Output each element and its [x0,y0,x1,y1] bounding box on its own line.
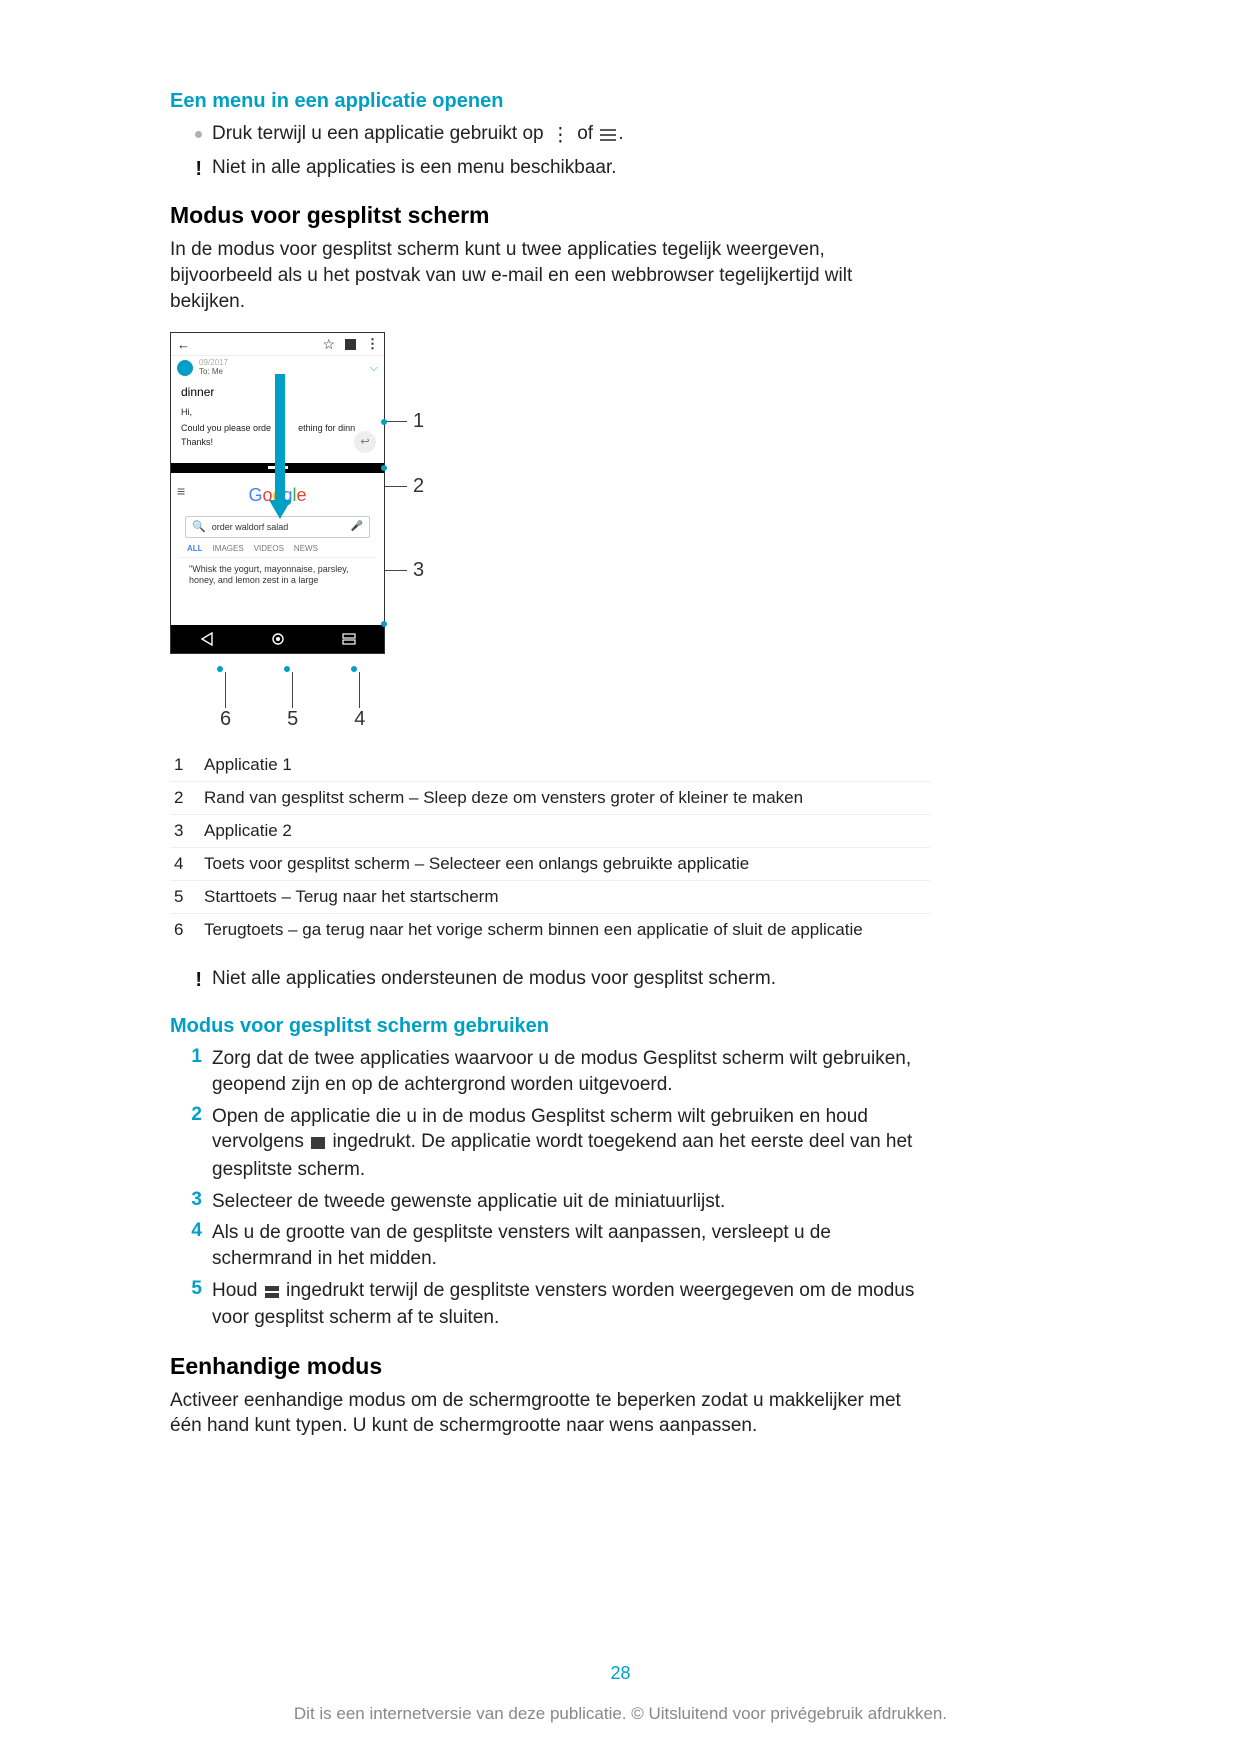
step-1: Zorg dat de twee applicaties waarvoor u … [212,1046,930,1097]
step-5: Houd ingedrukt terwijl de gesplitste ven… [212,1278,930,1331]
email-hi: Hi, [181,407,374,417]
one-handed-body: Activeer eenhandige modus om de schermgr… [170,1388,930,1439]
heading-open-menu: Een menu in een applicatie openen [170,90,930,113]
text-b: of [577,123,598,144]
text-a: Druk terwijl u een applicatie gebruikt o… [212,123,549,144]
email-line-b: ething for dinn [298,423,355,433]
email-line-a: Could you please orde [181,423,271,433]
more-vert-icon: ⋮ [366,336,378,352]
avatar [177,360,193,376]
search-tabs: ALL IMAGES VIDEOS NEWS [179,542,376,558]
tab-videos: VIDEOS [254,544,284,553]
callout-4: 4 [354,708,365,731]
right-callouts: 1 2 3 [385,332,445,654]
back-button-icon [200,632,214,646]
search-snippet: "Whisk the yogurt, mayonnaise, parsley, … [179,558,376,595]
mic-icon: 🎤 [351,521,363,532]
split-screen-diagram: ← ☆ ⋮ 09/2017 To: Me ⌵ din [170,332,930,654]
callout-5: 5 [287,708,298,731]
split-recent-icon [265,1280,279,1306]
callout-1: 1 [413,410,424,433]
google-logo: Google [179,485,376,506]
note-split: ! Niet alle applicaties ondersteunen de … [170,966,930,992]
text-c: . [618,123,623,144]
more-vert-icon: ⋮ [551,123,570,149]
search-box: 🔍 order waldorf salad 🎤 [185,516,370,538]
def-row: 5Starttoets – Terug naar het startscherm [170,880,930,913]
def-row: 2Rand van gesplitst scherm – Sleep deze … [170,781,930,814]
step-3: Selecteer de tweede gewenste applicatie … [212,1189,930,1215]
definitions-table: 1Applicatie 1 2Rand van gesplitst scherm… [170,749,930,946]
callout-2: 2 [413,475,424,498]
email-thanks: Thanks! [181,437,374,447]
heading-split-mode: Modus voor gesplitst scherm [170,202,930,229]
step-2: Open de applicatie die u in de modus Ges… [212,1104,930,1183]
note-split-text: Niet alle applicaties ondersteunen de mo… [212,966,930,992]
chevron-down-icon: ⌵ [370,362,378,375]
bullet-open-menu: Druk terwijl u een applicatie gebruikt o… [170,121,930,149]
heading-one-handed: Eenhandige modus [170,1353,930,1380]
archive-icon [345,339,356,350]
callout-3: 3 [413,559,424,582]
steps-list: 1Zorg dat de twee applicaties waarvoor u… [170,1046,930,1330]
footer-text: Dit is een internetversie van deze publi… [0,1704,1241,1724]
home-button-icon [271,632,285,646]
tab-images: IMAGES [213,544,244,553]
back-arrow-icon: ← [177,337,190,352]
tab-news: NEWS [294,544,318,553]
open-menu-line: Druk terwijl u een applicatie gebruikt o… [212,121,930,149]
email-subject: dinner [181,385,374,399]
recent-icon [311,1131,325,1157]
recent-button-icon [342,633,356,645]
def-row: 3Applicatie 2 [170,814,930,847]
nav-bar [171,625,384,653]
hamburger-icon [600,123,616,149]
def-row: 4Toets voor gesplitst scherm – Selecteer… [170,847,930,880]
email-header: 09/2017 To: Me ⌵ [171,356,384,377]
exclaim-icon: ! [195,970,202,990]
bullet-icon [195,131,202,138]
email-to: To: Me [199,368,228,377]
search-icon: 🔍 [192,520,206,533]
exclaim-icon: ! [195,159,202,179]
def-row: 6Terugtoets – ga terug naar het vorige s… [170,913,930,946]
note-text: Niet in alle applicaties is een menu bes… [212,155,930,181]
hamburger-icon: ≡ [177,483,185,499]
bottom-callouts: 6 5 4 [170,672,930,731]
split-divider [171,463,384,473]
heading-use-split: Modus voor gesplitst scherm gebruiken [170,1015,930,1038]
phone-mockup: ← ☆ ⋮ 09/2017 To: Me ⌵ din [170,332,385,654]
tab-all: ALL [187,544,203,553]
star-icon: ☆ [322,336,335,353]
def-row: 1Applicatie 1 [170,749,930,781]
split-intro: In de modus voor gesplitst scherm kunt u… [170,237,930,314]
reply-icon: ↩ [354,431,376,453]
phone-topbar: ← ☆ ⋮ [171,333,384,356]
browser-pane: ≡ Google 🔍 order waldorf salad 🎤 ALL IMA… [171,473,384,625]
email-body: dinner Hi, Could you please orde ething … [171,377,384,463]
callout-6: 6 [220,708,231,731]
search-query: order waldorf salad [212,522,351,532]
page-number: 28 [0,1663,1241,1684]
note-open-menu: ! Niet in alle applicaties is een menu b… [170,155,930,181]
step-4: Als u de grootte van de gesplitste venst… [212,1220,930,1271]
